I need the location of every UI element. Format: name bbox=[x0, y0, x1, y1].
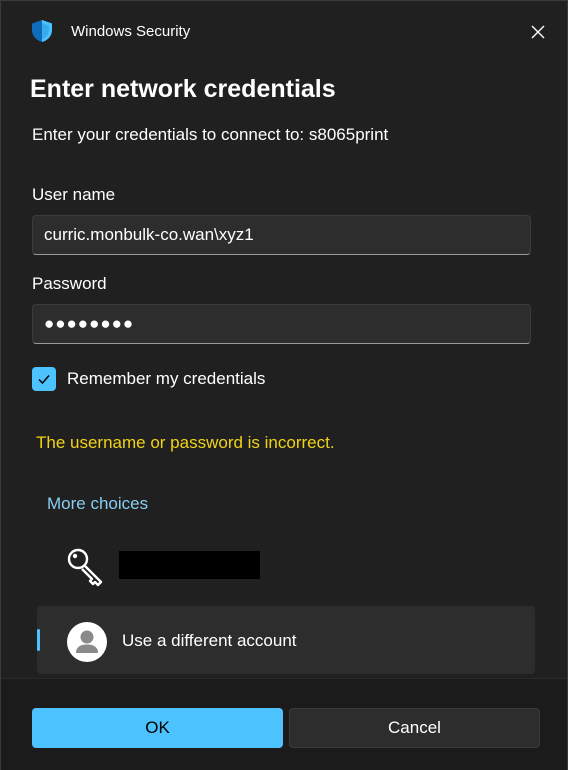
key-icon bbox=[67, 548, 103, 587]
credentials-dialog: Windows Security Enter network credentia… bbox=[0, 0, 568, 770]
more-choices-link[interactable]: More choices bbox=[47, 494, 148, 514]
title-bar: Windows Security bbox=[1, 1, 567, 63]
dialog-heading: Enter network credentials bbox=[30, 75, 336, 103]
redacted-account-name bbox=[119, 551, 260, 579]
cancel-button[interactable]: Cancel bbox=[289, 708, 540, 748]
saved-account-option[interactable] bbox=[37, 537, 535, 597]
different-account-label: Use a different account bbox=[122, 631, 297, 650]
close-button[interactable] bbox=[523, 17, 553, 47]
different-account-option[interactable]: Use a different account bbox=[37, 606, 535, 674]
window-title: Windows Security bbox=[71, 23, 191, 40]
user-avatar-icon bbox=[67, 622, 107, 662]
username-field[interactable]: curric.monbulk-co.wan\xyz1 bbox=[32, 215, 531, 255]
password-label: Password bbox=[32, 274, 107, 293]
username-label: User name bbox=[32, 185, 116, 204]
selection-indicator bbox=[37, 629, 40, 651]
dialog-subtitle: Enter your credentials to connect to: s8… bbox=[32, 125, 389, 144]
remember-checkbox[interactable] bbox=[32, 367, 56, 391]
ok-button[interactable]: OK bbox=[32, 708, 283, 748]
shield-icon bbox=[32, 20, 52, 42]
checkmark-icon bbox=[38, 375, 50, 385]
dialog-footer: OK Cancel bbox=[1, 678, 567, 770]
password-field[interactable]: ●●●●●●●● bbox=[32, 304, 531, 344]
error-message: The username or password is incorrect. bbox=[36, 433, 335, 452]
remember-label[interactable]: Remember my credentials bbox=[67, 369, 265, 389]
close-icon bbox=[531, 25, 545, 39]
